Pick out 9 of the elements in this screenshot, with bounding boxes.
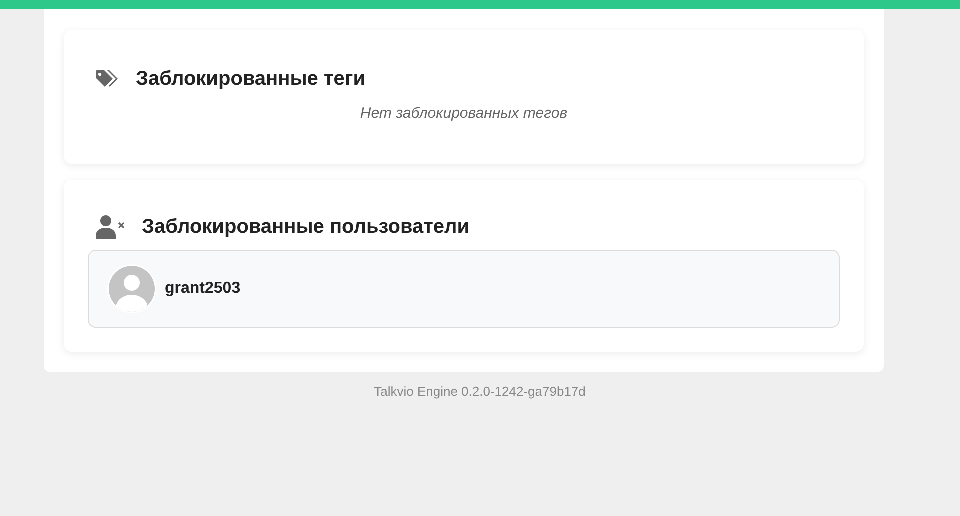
empty-message: Нет заблокированных тегов — [360, 105, 568, 122]
user-row[interactable]: grant2503 — [88, 250, 840, 328]
user-blocked-icon — [96, 215, 126, 239]
avatar-icon — [107, 264, 157, 314]
username: grant2503 — [165, 279, 241, 299]
section-title: Заблокированные теги — [136, 67, 366, 92]
version-text: Talkvio Engine 0.2.0-1242-ga79b17d — [374, 384, 586, 399]
tags-icon — [96, 69, 120, 89]
section-title: Заблокированные пользователи — [142, 215, 470, 240]
